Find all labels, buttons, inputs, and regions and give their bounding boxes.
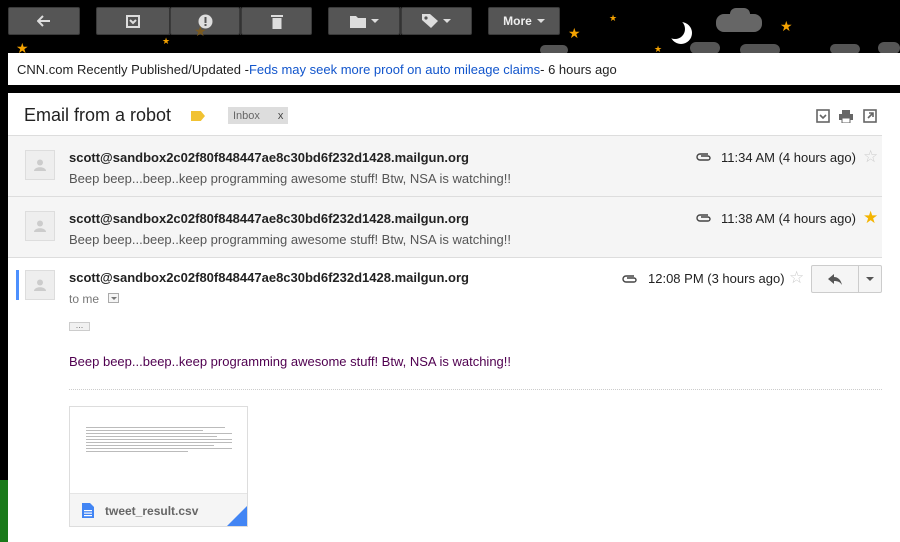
delete-icon	[270, 14, 283, 29]
print-icon[interactable]	[839, 109, 853, 123]
new-window-icon[interactable]	[863, 109, 877, 123]
attachment-preview	[86, 427, 232, 461]
archive-icon	[126, 14, 140, 28]
attachment-icon	[622, 275, 637, 283]
remove-label-button[interactable]: x	[278, 110, 284, 122]
inbox-label-text: Inbox	[233, 109, 260, 122]
message-snippet: Beep beep...beep..keep programming aweso…	[69, 171, 512, 186]
web-clip-age: - 6 hours ago	[540, 61, 617, 77]
person-icon	[34, 159, 46, 171]
attachment-filename: tweet_result.csv	[105, 504, 199, 518]
reply-button[interactable]	[811, 265, 859, 293]
show-trimmed-content-button[interactable]: ...	[69, 321, 90, 331]
theme-star-icon: ★	[654, 44, 663, 53]
move-to-folder-icon	[349, 15, 366, 28]
cloud-icon	[690, 42, 720, 53]
message-collapsed[interactable]: scott@sandbox2c02f80f848447ae8c30bd6f232…	[8, 196, 882, 257]
sender-address[interactable]: scott@sandbox2c02f80f848447ae8c30bd6f232…	[69, 270, 469, 285]
archive-button[interactable]	[96, 7, 170, 35]
cloud-icon	[830, 44, 860, 53]
message-body: Beep beep...beep..keep programming aweso…	[69, 354, 512, 369]
theme-star-icon: ★	[162, 36, 171, 46]
web-clip-source: CNN.com Recently Published/Updated -	[17, 61, 249, 77]
theme-decoration	[0, 480, 8, 542]
person-icon	[34, 220, 46, 232]
star-icon[interactable]: ☆	[789, 269, 804, 286]
avatar	[25, 211, 55, 241]
message-time: 11:34 AM (4 hours ago)	[721, 150, 856, 165]
theme-star-icon: ★	[16, 40, 29, 53]
cloud-icon	[740, 44, 780, 53]
delete-button[interactable]	[241, 7, 312, 35]
avatar	[25, 270, 55, 300]
reply-icon	[828, 273, 842, 285]
message-collapsed[interactable]: scott@sandbox2c02f80f848447ae8c30bd6f232…	[8, 135, 882, 196]
theme-star-icon: ★	[780, 18, 793, 34]
chevron-down-icon	[536, 19, 545, 23]
theme-star-icon: ★	[609, 13, 618, 23]
attachment-icon	[696, 153, 711, 161]
cloud-icon	[540, 45, 568, 53]
sender-address: scott@sandbox2c02f80f848447ae8c30bd6f232…	[69, 211, 469, 226]
download-icon[interactable]	[816, 109, 830, 123]
chevron-down-icon	[866, 277, 874, 281]
cloud-icon	[730, 8, 750, 20]
star-icon[interactable]: ☆	[863, 148, 878, 165]
more-actions-button[interactable]	[858, 265, 882, 293]
more-button[interactable]: More	[488, 7, 560, 35]
importance-label-icon[interactable]	[191, 111, 205, 121]
avatar	[25, 150, 55, 180]
attachment-footer: tweet_result.csv	[70, 493, 247, 526]
labels-icon	[422, 14, 438, 28]
chevron-down-icon	[110, 296, 117, 300]
theme-star-icon: ★	[194, 23, 207, 39]
message-separator	[8, 257, 882, 258]
chevron-down-icon	[443, 19, 451, 23]
open-message-indicator	[16, 270, 19, 300]
attachment-icon	[696, 214, 711, 222]
back-button[interactable]	[8, 7, 80, 35]
inbox-label-chip[interactable]: Inbox x	[228, 107, 289, 124]
theme-star-icon: ★	[568, 25, 581, 41]
message-time: 11:38 AM (4 hours ago)	[721, 211, 856, 226]
show-details-button[interactable]	[108, 293, 119, 303]
recipient-summary: to me	[69, 292, 100, 306]
message-time: 12:08 PM (3 hours ago)	[648, 271, 785, 286]
toolbar: More ★ ★ ★ ★ ★ ★ ★	[0, 0, 900, 53]
more-button-label: More	[503, 14, 532, 28]
person-icon	[34, 279, 46, 291]
cloud-icon	[878, 42, 900, 53]
sender-address: scott@sandbox2c02f80f848447ae8c30bd6f232…	[69, 150, 469, 165]
labels-button[interactable]	[401, 7, 472, 35]
star-icon[interactable]: ★	[863, 209, 878, 226]
attachment-divider	[69, 389, 882, 390]
document-icon	[82, 503, 94, 518]
web-clip-bar: CNN.com Recently Published/Updated - Fed…	[8, 53, 900, 85]
thread-subject: Email from a robot	[24, 105, 172, 125]
chevron-down-icon	[370, 19, 379, 23]
move-to-button[interactable]	[328, 7, 400, 35]
conversation-panel: Email from a robot Inbox x scott@sandbox…	[8, 93, 900, 542]
back-arrow-icon	[37, 15, 50, 27]
web-clip-headline-link[interactable]: Feds may seek more proof on auto mileage…	[249, 62, 540, 77]
attachment-card[interactable]: tweet_result.csv	[69, 406, 248, 527]
message-snippet: Beep beep...beep..keep programming aweso…	[69, 232, 512, 247]
